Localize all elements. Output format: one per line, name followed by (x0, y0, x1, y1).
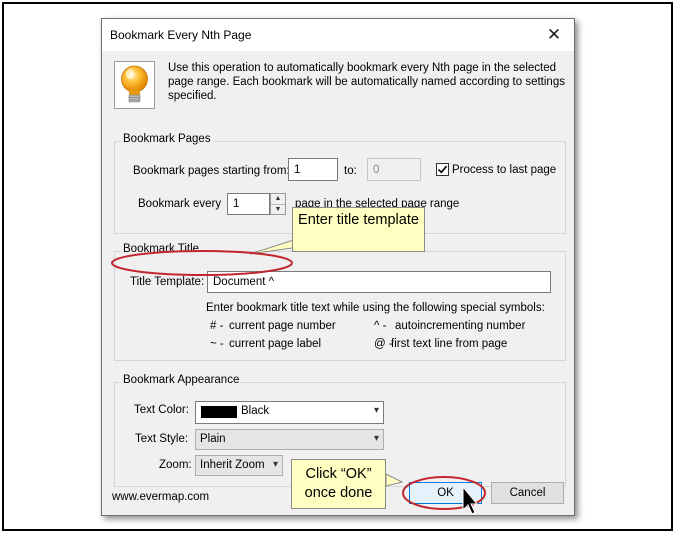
title-template-input[interactable] (207, 271, 551, 293)
zoom-value: Inherit Zoom (200, 459, 265, 471)
color-swatch (201, 406, 237, 418)
text-color-label: Text Color: (134, 404, 189, 416)
text-style-value: Plain (200, 433, 226, 445)
checkmark-icon (437, 165, 448, 174)
bookmark-every-nth-page-dialog: Bookmark Every Nth Page ✕ Use this opera… (101, 18, 575, 516)
spin-up-icon[interactable]: ▲ (271, 194, 285, 204)
text-style-label: Text Style: (135, 433, 189, 445)
bookmark-title-group-label: Bookmark Title (121, 243, 202, 255)
bookmark-every-input[interactable] (227, 193, 270, 215)
bookmark-appearance-group-label: Bookmark Appearance (121, 374, 242, 386)
bookmark-every-spinner[interactable]: ▲ ▼ (270, 193, 286, 215)
close-icon[interactable]: ✕ (544, 25, 564, 45)
cancel-button[interactable]: Cancel (491, 482, 564, 504)
chevron-down-icon: ▾ (373, 405, 379, 416)
bookmark-every-label: Bookmark every (138, 198, 222, 210)
symbol-desc: autoincrementing number (395, 320, 526, 332)
chevron-down-icon: ▾ (373, 433, 379, 444)
symbols-help-text: Enter bookmark title text while using th… (206, 302, 545, 314)
dialog-client-area: Use this operation to automatically book… (102, 51, 574, 515)
text-color-value: Black (241, 405, 270, 417)
symbol-key: # - (210, 320, 224, 332)
zoom-select[interactable]: Inherit Zoom ▾ (195, 455, 283, 476)
title-template-callout: Enter title template (292, 207, 425, 252)
text-color-select[interactable]: Black ▾ (195, 401, 384, 424)
chevron-down-icon: ▾ (272, 459, 278, 470)
spin-down-icon[interactable]: ▼ (271, 204, 285, 215)
end-page-input[interactable] (367, 158, 421, 181)
symbol-key: ~ - (210, 338, 224, 350)
dialog-title: Bookmark Every Nth Page (110, 28, 252, 42)
lightbulb-icon (114, 61, 155, 109)
starting-from-label: Bookmark pages starting from: (133, 165, 290, 177)
bookmark-pages-group-label: Bookmark Pages (121, 133, 213, 145)
symbol-desc: current page label (229, 338, 322, 350)
process-last-page-checkbox[interactable] (436, 163, 449, 176)
dialog-titlebar[interactable]: Bookmark Every Nth Page ✕ (102, 19, 574, 51)
intro-text: Use this operation to automatically book… (168, 62, 565, 102)
zoom-label: Zoom: (159, 459, 192, 471)
website-link[interactable]: www.evermap.com (112, 491, 209, 503)
ok-button[interactable]: OK (409, 482, 482, 504)
title-template-label: Title Template: (130, 276, 205, 288)
text-style-select[interactable]: Plain ▾ (195, 429, 384, 450)
ok-button-callout: Click “OK” once done (291, 459, 386, 509)
symbol-key: @ - (374, 338, 393, 350)
to-label: to: (344, 165, 357, 177)
symbol-key: ^ - (374, 320, 387, 332)
symbol-desc: first text line from page (391, 338, 508, 350)
process-last-page-label[interactable]: Process to last page (452, 164, 556, 176)
symbol-desc: current page number (229, 320, 336, 332)
starting-page-input[interactable] (288, 158, 338, 181)
